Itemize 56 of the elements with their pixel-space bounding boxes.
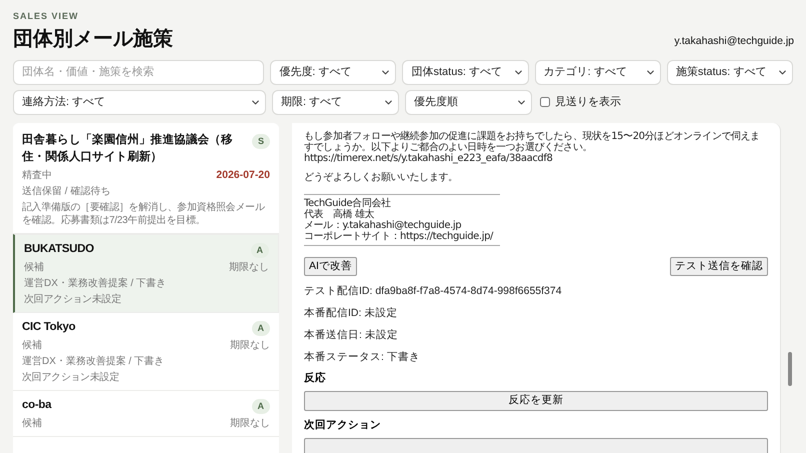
organization-card[interactable]: co-ba A 候補 期限なし	[13, 390, 279, 436]
email-body-line: https://timerex.net/s/y.takahashi_e223_eafa/38aacdf8	[304, 152, 554, 164]
organization-card[interactable]: BUKATSUDO A 候補 期限なし 運営DX・業務改善提案 / 下書き 次回アクション未設定	[13, 234, 279, 312]
organization-name: CIC Tokyo	[22, 320, 76, 334]
action-button[interactable]	[304, 438, 768, 453]
next-action-text: 記入準備版の［要確認］を解消し、参加資格照会メールを確認。応募書類は7/23午前提出を目標。	[22, 200, 266, 226]
email-body-line: TechGuide合同会社	[304, 198, 392, 208]
filter-dropdown[interactable]: 団体status: すべて	[402, 60, 529, 84]
eyebrow-label: SALES VIEW	[13, 10, 80, 23]
email-body-line: メール：y.takahashi@techguide.jp	[304, 220, 462, 230]
campaign-status: 運営DX・業務改善提案 / 下書き	[24, 276, 168, 290]
filter-dropdown[interactable]: 優先度: すべて	[270, 60, 396, 84]
refresh-reaction-button[interactable]: 反応を更新	[304, 391, 768, 411]
detail-text: 本番ステータス: 下書き	[304, 350, 421, 364]
detail-text: 本番配信ID: 未設定	[304, 306, 398, 320]
filter-dropdown[interactable]: 施策status: すべて	[666, 60, 793, 84]
organization-name: 田舎暮らし「楽園信州」推進協議会（移住・関係人口サイト刷新）	[22, 132, 234, 164]
show-skipped-checkbox[interactable]	[540, 97, 550, 107]
user-email: y.takahashi@techguide.jp	[674, 34, 794, 49]
section-heading: 反応	[304, 371, 327, 386]
organization-card[interactable]: CIC Tokyo A 候補 期限なし 運営DX・業務改善提案 / 下書き 次回アクション未設定	[13, 312, 279, 390]
next-action-text: 次回アクション未設定	[24, 292, 122, 306]
organization-name: BUKATSUDO	[24, 242, 94, 256]
search-field[interactable]: 団体名・価値・施策を検索	[13, 60, 264, 84]
detail-text: 本番送信日: 未設定	[304, 328, 399, 342]
email-body-line: 代表 高橋 雄太	[304, 208, 374, 220]
deadline-text: 期限なし	[230, 416, 270, 430]
deadline-text: 期限なし	[229, 260, 269, 274]
organization-status: 精査中	[22, 168, 52, 182]
campaign-status: 送信保留 / 確認待ち	[22, 184, 112, 198]
priority-badge: A	[252, 398, 270, 414]
organization-status: 候補	[22, 338, 42, 352]
detail-text: テスト配信ID: dfa9ba8f-f7a8-4574-8d74-998f6655f374	[304, 284, 563, 298]
priority-badge: A	[252, 320, 270, 336]
organization-status: 候補	[24, 260, 44, 274]
checkbox-label: 見送りを表示	[555, 94, 621, 110]
deadline-text: 2026-07-20	[216, 168, 270, 182]
email-body-line: コーポレートサイト：https://techguide.jp/	[304, 230, 494, 242]
filter-dropdown[interactable]: 連絡方法: すべて	[13, 90, 266, 114]
priority-badge: A	[250, 242, 269, 258]
next-action-text: 次回アクション未設定	[22, 370, 120, 384]
organization-status: 候補	[22, 416, 42, 430]
test-send-button[interactable]: テスト送信を確認	[670, 256, 768, 276]
email-body-line: どうぞよろしくお願いいたします。	[304, 172, 459, 182]
section-heading: 次回アクション	[304, 418, 382, 433]
filter-dropdown[interactable]: 期限: すべて	[272, 90, 399, 114]
filter-dropdown[interactable]: カテゴリ: すべて	[534, 60, 661, 84]
deadline-text: 期限なし	[230, 338, 270, 352]
scrollbar-thumb	[788, 352, 792, 386]
campaign-status: 運営DX・業務改善提案 / 下書き	[22, 354, 166, 368]
page-title: 団体別メール施策	[13, 26, 173, 52]
email-body-line: もし参加者フォローや継続参加の促進に課題をお持ちでしたら、現状を15〜20分ほどオンラインで伺えますでしょうか。以下よりご都合のよい日時を一つお選びください。	[304, 130, 761, 152]
ai-improve-button[interactable]: AIで改善	[304, 256, 357, 276]
filter-dropdown[interactable]: 優先度順	[405, 90, 532, 114]
priority-badge: S	[252, 134, 270, 148]
organization-name: co-ba	[22, 398, 52, 412]
